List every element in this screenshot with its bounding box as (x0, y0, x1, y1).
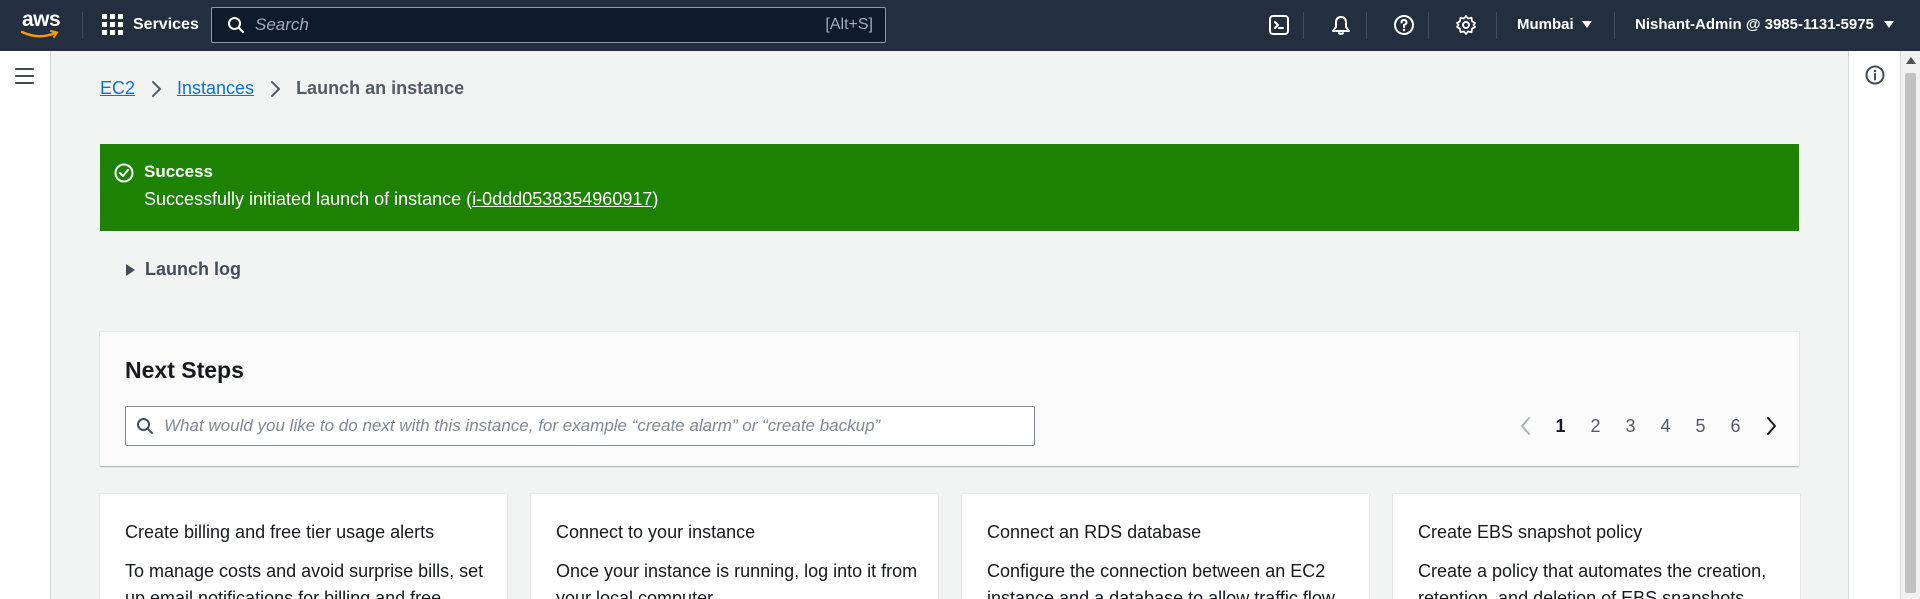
breadcrumb-current: Launch an instance (296, 78, 465, 98)
region-label: Mumbai (1517, 16, 1574, 33)
scroll-thumb[interactable] (1905, 73, 1916, 593)
region-selector[interactable]: Mumbai (1517, 16, 1592, 33)
caret-right-icon (126, 263, 135, 276)
help-icon[interactable] (1392, 13, 1416, 37)
notifications-icon[interactable] (1329, 13, 1353, 37)
page-3[interactable]: 3 (1613, 416, 1648, 437)
aws-smile-icon (21, 30, 59, 38)
cloudshell-icon[interactable] (1267, 13, 1291, 37)
pagination: 1 2 3 4 5 6 (1508, 406, 1788, 446)
nav-divider (1428, 12, 1429, 39)
info-icon[interactable] (1865, 65, 1885, 85)
page-5[interactable]: 5 (1683, 416, 1718, 437)
breadcrumb: EC2 Instances Launch an instance (100, 78, 464, 99)
card-description: To manage costs and avoid surprise bills… (125, 561, 484, 599)
global-search-box[interactable]: [Alt+S] (211, 7, 886, 43)
page-2[interactable]: 2 (1578, 416, 1613, 437)
caret-down-icon (1581, 21, 1592, 28)
account-label: Nishant-Admin @ 3985-1131-5975 (1635, 16, 1874, 33)
caret-down-icon (1883, 21, 1894, 28)
settings-icon[interactable] (1454, 13, 1478, 37)
next-step-card-billing-alerts[interactable]: Create billing and free tier usage alert… (100, 493, 507, 599)
search-icon (137, 418, 153, 434)
next-step-card-ebs-snapshot[interactable]: Create EBS snapshot policy Create a poli… (1393, 493, 1800, 599)
next-steps-title: Next Steps (125, 357, 244, 383)
chevron-right-icon (269, 80, 281, 98)
chevron-right-icon (150, 80, 162, 98)
card-description: Create a policy that automates the creat… (1418, 561, 1767, 599)
flash-message-prefix: Successfully initiated launch of instanc… (144, 189, 473, 209)
menu-hamburger-icon[interactable] (15, 68, 34, 89)
page-6[interactable]: 6 (1718, 416, 1753, 437)
nav-divider (1496, 12, 1497, 39)
next-steps-search-box[interactable] (125, 406, 1035, 446)
next-steps-panel: Next Steps 1 2 3 4 5 6 (100, 331, 1799, 466)
next-steps-search-input[interactable] (164, 416, 1014, 436)
nav-divider (1366, 12, 1367, 39)
success-flash-banner: Success Successfully initiated launch of… (100, 144, 1799, 231)
card-description: Configure the connection between an EC2 … (987, 561, 1335, 599)
chevron-right-icon[interactable] (1753, 416, 1788, 436)
flash-title: Success (144, 162, 213, 181)
launch-log-label: Launch log (145, 259, 241, 279)
page-4[interactable]: 4 (1648, 416, 1683, 437)
next-step-card-connect-instance[interactable]: Connect to your instance Once your insta… (531, 493, 938, 599)
page-scrollbar[interactable] (1900, 51, 1920, 599)
card-title[interactable]: Connect an RDS database (987, 522, 1201, 543)
services-label: Services (133, 15, 199, 33)
card-description: Once your instance is running, log into … (556, 561, 918, 599)
global-search-input[interactable] (255, 15, 795, 35)
aws-logo-text: aws (22, 8, 61, 31)
search-icon (228, 17, 244, 33)
card-title[interactable]: Create EBS snapshot policy (1418, 522, 1642, 543)
nav-divider (1614, 12, 1615, 39)
top-navigation: aws Services [Alt+S] (0, 0, 1920, 51)
search-shortcut-hint: [Alt+S] (825, 16, 873, 33)
success-check-icon (114, 163, 134, 183)
breadcrumb-instances-link[interactable]: Instances (177, 78, 254, 99)
scroll-up-arrow-icon[interactable] (1906, 57, 1916, 64)
side-navigation-rail (0, 51, 51, 599)
next-step-card-rds-database[interactable]: Connect an RDS database Configure the co… (962, 493, 1369, 599)
services-grid-icon (102, 14, 123, 35)
tools-rail (1848, 51, 1900, 599)
launch-log-expander[interactable]: Launch log (126, 259, 241, 280)
nav-divider (82, 12, 83, 39)
aws-logo[interactable]: aws (20, 8, 62, 42)
services-menu-button[interactable]: Services (102, 14, 199, 35)
breadcrumb-ec2-link[interactable]: EC2 (100, 78, 135, 99)
flash-message: Successfully initiated launch of instanc… (144, 189, 658, 210)
card-title[interactable]: Connect to your instance (556, 522, 755, 543)
flash-message-suffix: ) (652, 189, 659, 209)
page-1[interactable]: 1 (1543, 416, 1578, 437)
instance-id-link[interactable]: i-0ddd0538354960917 (472, 189, 652, 209)
account-menu[interactable]: Nishant-Admin @ 3985-1131-5975 (1635, 16, 1894, 33)
chevron-left-icon[interactable] (1508, 416, 1543, 436)
nav-divider (1303, 12, 1304, 39)
card-title[interactable]: Create billing and free tier usage alert… (125, 522, 434, 543)
